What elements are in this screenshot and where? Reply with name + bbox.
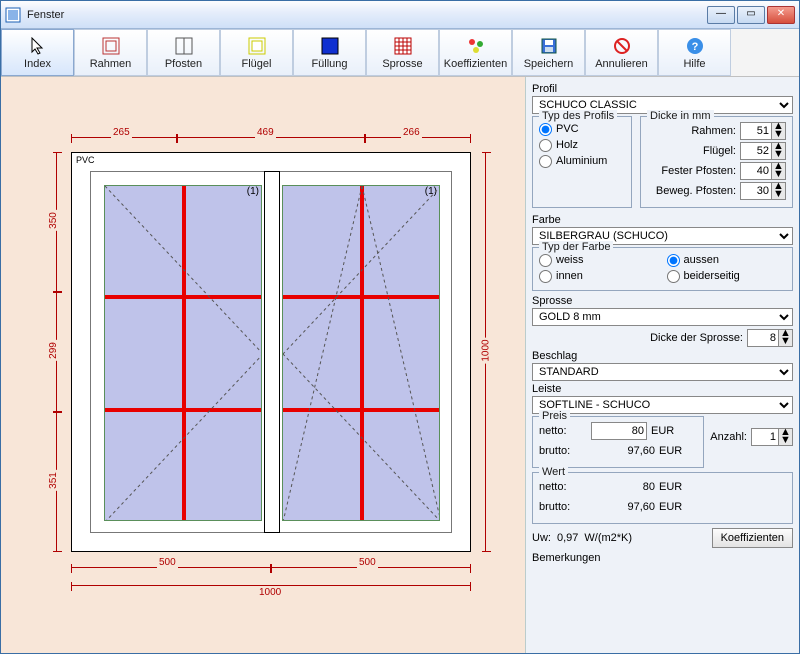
dicke-rahmen-input[interactable] [740, 122, 772, 140]
toolbar-pfosten[interactable]: Pfosten [147, 29, 220, 76]
radio-holz[interactable] [539, 139, 552, 152]
toolbar-hilfe[interactable]: ? Hilfe [658, 29, 731, 76]
cursor-icon [28, 36, 48, 56]
toolbar-speichern[interactable]: Speichern [512, 29, 585, 76]
toolbar-sprosse[interactable]: Sprosse [366, 29, 439, 76]
cancel-icon [612, 36, 632, 56]
fill-icon [320, 36, 340, 56]
window-title: Fenster [27, 9, 707, 21]
grid-icon [393, 36, 413, 56]
sash-icon [247, 36, 267, 56]
beschlag-select[interactable]: STANDARD [532, 363, 793, 381]
toolbar-annulieren[interactable]: Annulieren [585, 29, 658, 76]
properties-panel: Profil SCHUCO CLASSIC Typ des Profils PV… [525, 77, 799, 653]
sprosse-dicke-input[interactable] [747, 329, 779, 347]
spinner[interactable]: ▲▼ [779, 428, 793, 446]
toolbar-fluegel[interactable]: Flügel [220, 29, 293, 76]
spinner[interactable]: ▲▼ [779, 329, 793, 347]
spinner[interactable]: ▲▼ [772, 182, 786, 200]
anzahl-input[interactable] [751, 428, 779, 446]
help-icon: ? [685, 36, 705, 56]
drawing-canvas[interactable]: PVC (1) (1) [1, 77, 525, 653]
minimize-button[interactable]: — [707, 6, 735, 24]
toolbar: Index Rahmen Pfosten Flügel Füllung Spro… [1, 29, 799, 77]
leiste-select[interactable]: SOFTLINE - SCHUCO [532, 396, 793, 414]
spinner[interactable]: ▲▼ [772, 142, 786, 160]
toolbar-rahmen[interactable]: Rahmen [74, 29, 147, 76]
dicke-fester-pfosten-input[interactable] [740, 162, 772, 180]
radio-pvc[interactable] [539, 123, 552, 136]
radio-beiderseitig[interactable] [667, 270, 680, 283]
toolbar-koeffizienten[interactable]: Koeffizienten [439, 29, 512, 76]
mullion-icon [174, 36, 194, 56]
app-icon [5, 7, 21, 23]
material-tag: PVC [76, 155, 95, 165]
maximize-button[interactable]: ▭ [737, 6, 765, 24]
koeffizienten-button[interactable]: Koeffizienten [712, 528, 793, 548]
spinner[interactable]: ▲▼ [772, 162, 786, 180]
dicke-beweg-pfosten-input[interactable] [740, 182, 772, 200]
sprosse-select[interactable]: GOLD 8 mm [532, 308, 793, 326]
spinner[interactable]: ▲▼ [772, 122, 786, 140]
frame-icon [101, 36, 121, 56]
dicke-fluegel-input[interactable] [740, 142, 772, 160]
coefficient-icon [466, 36, 486, 56]
close-button[interactable]: ✕ [767, 6, 795, 24]
radio-aussen[interactable] [667, 254, 680, 267]
save-icon [539, 36, 559, 56]
preis-netto-input[interactable] [591, 422, 647, 440]
radio-innen[interactable] [539, 270, 552, 283]
radio-aluminium[interactable] [539, 155, 552, 168]
svg-text:?: ? [691, 41, 698, 53]
app-window: Fenster — ▭ ✕ Index Rahmen Pfosten Flüge… [0, 0, 800, 654]
titlebar: Fenster — ▭ ✕ [1, 1, 799, 29]
toolbar-index[interactable]: Index [1, 29, 74, 76]
radio-weiss[interactable] [539, 254, 552, 267]
toolbar-fuellung[interactable]: Füllung [293, 29, 366, 76]
